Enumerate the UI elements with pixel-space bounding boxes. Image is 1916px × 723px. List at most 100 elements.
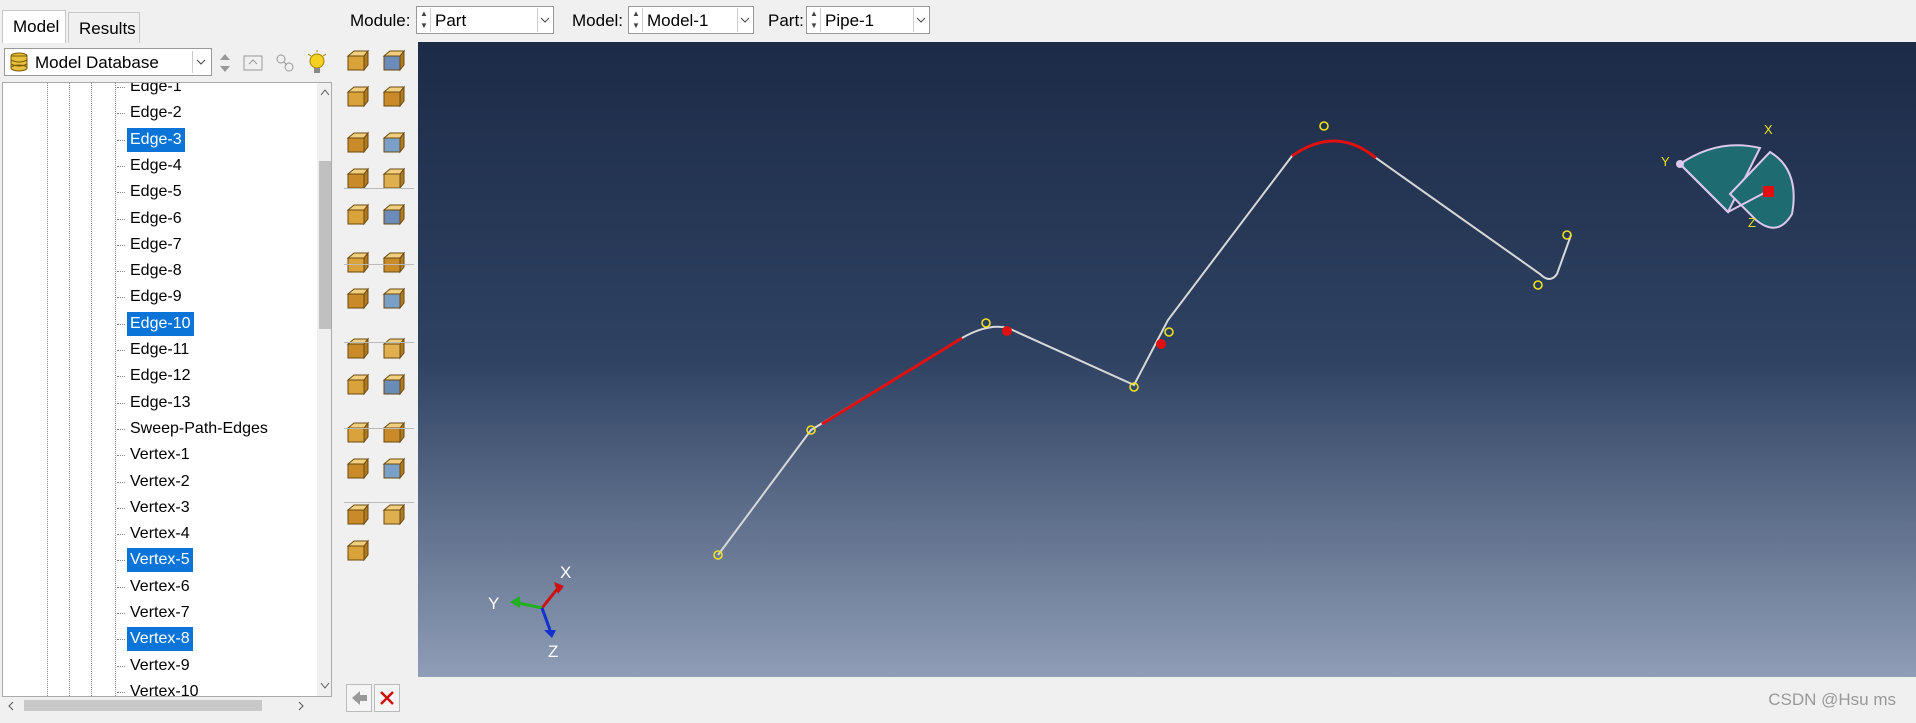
tree-item[interactable]: Vertex-7 [117, 601, 193, 625]
cancel-procedure-button[interactable] [374, 684, 400, 712]
tree-item[interactable]: Vertex-10 [117, 680, 201, 696]
model-select[interactable]: ▲ ▼ Model-1 [628, 6, 754, 34]
mesh-part-icon[interactable] [344, 538, 372, 566]
sort-updown-icon[interactable] [218, 52, 232, 74]
chevron-down-icon[interactable] [537, 8, 552, 32]
part-canvas[interactable]: X Y Z X Y Z [418, 42, 1916, 677]
tree-horizontal-scrollbar[interactable] [2, 697, 316, 714]
vertex-marker[interactable] [981, 318, 991, 328]
selected-vertex-5[interactable] [1002, 326, 1012, 336]
selected-edge-3[interactable] [821, 336, 963, 426]
vertex-marker[interactable] [1319, 121, 1329, 131]
tree-item[interactable]: Edge-5 [117, 180, 185, 204]
replace-faces-icon[interactable] [380, 286, 408, 314]
create-round-icon[interactable] [344, 202, 372, 230]
datum-point-icon[interactable] [380, 336, 408, 364]
module-value: Part [435, 11, 467, 30]
model-database-select[interactable]: Model Database [4, 48, 212, 76]
module-label: Module: [350, 11, 411, 30]
tab-results[interactable]: Results [68, 12, 140, 43]
partition-face-icon[interactable] [380, 166, 408, 194]
geometry-edit-icon[interactable] [344, 456, 372, 484]
tree-item[interactable]: Edge-8 [117, 259, 185, 283]
collapse-tree-icon[interactable] [242, 54, 264, 72]
remove-icon[interactable] [344, 336, 372, 364]
tree-item[interactable]: Vertex-8 [117, 627, 193, 652]
database-toolbar: Model Database [2, 46, 334, 82]
model-database-label: Model Database [35, 53, 159, 72]
tree-item[interactable]: Vertex-1 [117, 443, 193, 467]
tree-item[interactable]: Vertex-4 [117, 522, 193, 546]
create-solid-extrude-icon[interactable] [344, 84, 372, 112]
chevron-down-icon[interactable] [913, 8, 928, 32]
vertex-marker[interactable] [1533, 280, 1543, 290]
close-icon [380, 691, 394, 705]
part-value: Pipe-1 [825, 11, 875, 30]
selected-edge-10[interactable] [1291, 139, 1377, 160]
datum-axis-icon[interactable] [344, 372, 372, 400]
chevron-down-icon[interactable] [192, 51, 209, 73]
tree-item[interactable]: Edge-10 [117, 311, 194, 336]
filter-tree-icon[interactable] [274, 52, 296, 74]
create-cut-icon[interactable] [380, 130, 408, 158]
datum-csys-icon[interactable] [344, 420, 372, 448]
chevron-down-icon[interactable] [737, 8, 752, 32]
repair-icon[interactable] [344, 286, 372, 314]
coordinate-triad: X Y Z [488, 563, 571, 661]
create-solid-icon[interactable] [344, 166, 372, 194]
spin-arrows-icon[interactable]: ▲ ▼ [630, 8, 643, 32]
tree-item[interactable]: Vertex-6 [117, 575, 193, 599]
part-manager-icon[interactable] [380, 48, 408, 76]
tree-item[interactable]: Edge-13 [117, 391, 194, 415]
tree-item[interactable]: Vertex-2 [117, 470, 193, 494]
tree-item[interactable]: Edge-7 [117, 233, 185, 257]
datum-plane-icon[interactable] [380, 372, 408, 400]
attachment-icon[interactable] [380, 502, 408, 530]
scroll-thumb[interactable] [319, 161, 331, 329]
selected-vertex-8[interactable] [1156, 339, 1166, 349]
scroll-up-icon[interactable] [319, 87, 331, 97]
previous-step-button[interactable] [346, 684, 372, 712]
scroll-thumb[interactable] [24, 700, 262, 711]
edit-sketch-icon[interactable] [380, 456, 408, 484]
tree-item[interactable]: Edge-9 [117, 285, 185, 309]
tree-item[interactable]: Vertex-3 [117, 496, 193, 520]
create-wire-icon[interactable] [344, 130, 372, 158]
prompt-area: CSDN @Hsu ms [338, 678, 1916, 723]
tools-icon[interactable] [344, 502, 372, 530]
tree-vertical-scrollbar[interactable] [317, 83, 331, 696]
tree-item[interactable]: Edge-6 [117, 207, 185, 231]
tab-model[interactable]: Model [2, 10, 66, 43]
tree-item[interactable]: Edge-3 [117, 127, 185, 152]
tree-item[interactable]: Vertex-5 [117, 548, 193, 573]
part-label: Part: [768, 11, 804, 30]
sweep-path[interactable] [717, 140, 1572, 556]
tree-item[interactable]: Edge-2 [117, 101, 185, 125]
scroll-down-icon[interactable] [319, 681, 331, 691]
tree-item[interactable]: Edge-12 [117, 364, 194, 388]
module-select[interactable]: ▲ ▼ Part [416, 6, 554, 34]
part-select[interactable]: ▲ ▼ Pipe-1 [806, 6, 930, 34]
triad-y-label: Y [488, 594, 499, 613]
scroll-right-icon[interactable] [296, 700, 306, 712]
tree-item[interactable]: Vertex-9 [117, 654, 193, 678]
triad-z-label: Z [548, 642, 558, 661]
scroll-left-icon[interactable] [6, 700, 16, 712]
lightbulb-icon[interactable] [306, 50, 328, 76]
view-compass[interactable]: X Y Z [1661, 122, 1795, 230]
create-shell-icon[interactable] [380, 84, 408, 112]
tree-item[interactable]: Edge-11 [117, 338, 192, 362]
model-tree: Edge-1 Edge-2 Edge-3 Edge-4 Edge-5 Edge-6 Edge… [2, 82, 332, 697]
database-icon [10, 52, 28, 72]
tree-item[interactable]: Sweep-Path-Edges [117, 417, 271, 441]
virtual-topology-icon[interactable] [380, 420, 408, 448]
viewport[interactable]: X Y Z X Y Z [418, 42, 1916, 677]
tree-item[interactable]: Edge-4 [117, 154, 185, 178]
vertex-marker[interactable] [1562, 230, 1572, 240]
spin-arrows-icon[interactable]: ▲ ▼ [808, 8, 821, 32]
spin-arrows-icon[interactable]: ▲ ▼ [418, 8, 431, 32]
create-chamfer-icon[interactable] [380, 202, 408, 230]
tree-item[interactable]: Edge-1 [117, 83, 185, 99]
vertex-marker[interactable] [1164, 327, 1174, 337]
create-part-icon[interactable] [344, 48, 372, 76]
